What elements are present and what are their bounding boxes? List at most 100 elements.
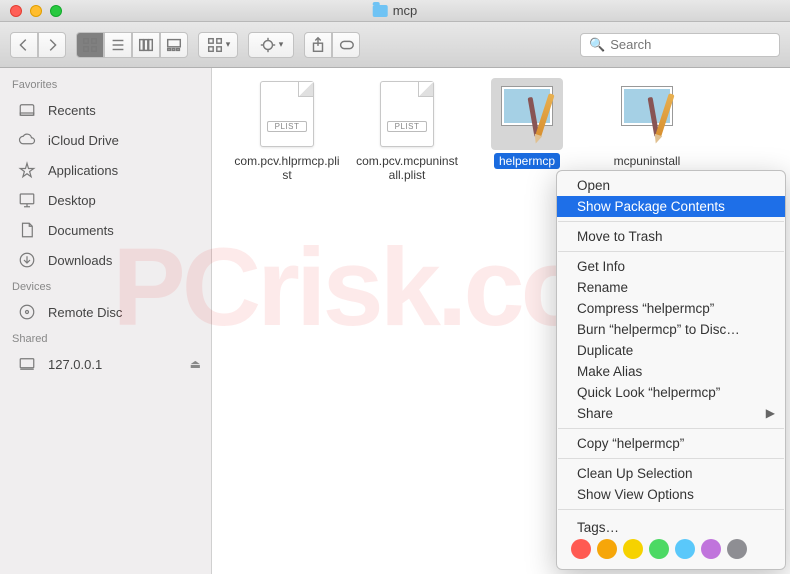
app-icon — [611, 78, 683, 150]
ctx-open[interactable]: Open — [557, 175, 785, 196]
zoom-button[interactable] — [50, 5, 62, 17]
sidebar-item-applications[interactable]: Applications — [0, 155, 211, 185]
sidebar-item-recents[interactable]: Recents — [0, 95, 211, 125]
sidebar-item-documents[interactable]: Documents — [0, 215, 211, 245]
menu-separator — [558, 458, 784, 459]
tag-blue[interactable] — [675, 539, 695, 559]
traffic-lights — [10, 5, 62, 17]
ctx-copy[interactable]: Copy “helpermcp” — [557, 433, 785, 454]
ctx-duplicate[interactable]: Duplicate — [557, 340, 785, 361]
forward-button[interactable] — [38, 32, 66, 58]
tag-gray[interactable] — [727, 539, 747, 559]
ctx-tags-label[interactable]: Tags… — [571, 520, 771, 535]
back-button[interactable] — [10, 32, 38, 58]
sidebar-item-label: Applications — [48, 163, 118, 178]
sidebar-heading: Devices — [0, 275, 211, 297]
file-name: helpermcp — [472, 152, 582, 170]
sidebar-item-label: Remote Disc — [48, 305, 122, 320]
plist-icon: PLIST — [251, 78, 323, 150]
ctx-share[interactable]: Share▶ — [557, 403, 785, 424]
ctx-burn[interactable]: Burn “helpermcp” to Disc… — [557, 319, 785, 340]
sidebar-item-label: Downloads — [48, 253, 112, 268]
tag-color-row — [571, 539, 771, 559]
action-group: ▾ — [248, 32, 294, 58]
sidebar-item-shared-host[interactable]: 127.0.0.1 ⏏ — [0, 349, 211, 379]
app-icon — [491, 78, 563, 150]
ctx-quick-look[interactable]: Quick Look “helpermcp” — [557, 382, 785, 403]
sidebar-item-desktop[interactable]: Desktop — [0, 185, 211, 215]
computer-icon — [16, 353, 38, 375]
menu-separator — [558, 251, 784, 252]
window-title: mcp — [373, 3, 418, 18]
menu-separator — [558, 428, 784, 429]
search-icon: 🔍 — [589, 37, 605, 53]
file-item[interactable]: mcpuninstall — [592, 78, 702, 170]
file-item-selected[interactable]: helpermcp — [472, 78, 582, 170]
ctx-make-alias[interactable]: Make Alias — [557, 361, 785, 382]
sidebar-heading: Favorites — [0, 73, 211, 95]
tag-yellow[interactable] — [623, 539, 643, 559]
desktop-icon — [16, 189, 38, 211]
recents-icon — [16, 99, 38, 121]
context-menu: Open Show Package Contents Move to Trash… — [556, 170, 786, 570]
folder-icon — [373, 5, 388, 17]
view-mode-buttons — [76, 32, 188, 58]
eject-icon[interactable]: ⏏ — [190, 357, 201, 371]
nav-buttons — [10, 32, 66, 58]
list-view-button[interactable] — [104, 32, 132, 58]
tag-orange[interactable] — [597, 539, 617, 559]
sidebar-item-downloads[interactable]: Downloads — [0, 245, 211, 275]
ctx-clean-up[interactable]: Clean Up Selection — [557, 463, 785, 484]
documents-icon — [16, 219, 38, 241]
sidebar-item-label: Recents — [48, 103, 96, 118]
file-name: com.pcv.mcpuninstall.plist — [352, 152, 462, 185]
ctx-compress[interactable]: Compress “helpermcp” — [557, 298, 785, 319]
arrange-button[interactable]: ▾ — [198, 32, 238, 58]
tag-red[interactable] — [571, 539, 591, 559]
icon-view-button[interactable] — [76, 32, 104, 58]
downloads-icon — [16, 249, 38, 271]
sidebar-item-label: Documents — [48, 223, 114, 238]
minimize-button[interactable] — [30, 5, 42, 17]
icloud-icon — [16, 129, 38, 151]
toolbar: ▾ ▾ 🔍 — [0, 22, 790, 68]
applications-icon — [16, 159, 38, 181]
menu-separator — [558, 221, 784, 222]
ctx-show-package-contents[interactable]: Show Package Contents — [557, 196, 785, 217]
file-item[interactable]: PLIST com.pcv.hlprmcp.plist — [232, 78, 342, 185]
menu-separator — [558, 509, 784, 510]
ctx-tags: Tags… — [557, 514, 785, 565]
share-button[interactable] — [304, 32, 332, 58]
tag-purple[interactable] — [701, 539, 721, 559]
gallery-view-button[interactable] — [160, 32, 188, 58]
plist-icon: PLIST — [371, 78, 443, 150]
sidebar: Favorites Recents iCloud Drive Applicati… — [0, 68, 212, 574]
file-name: mcpuninstall — [592, 152, 702, 170]
share-group — [304, 32, 360, 58]
sidebar-item-remote-disc[interactable]: Remote Disc — [0, 297, 211, 327]
search-field[interactable]: 🔍 — [580, 33, 780, 57]
tags-button[interactable] — [332, 32, 360, 58]
close-button[interactable] — [10, 5, 22, 17]
sidebar-item-label: Desktop — [48, 193, 96, 208]
finder-window: mcp ▾ ▾ 🔍 Favorites Re — [0, 0, 790, 574]
tag-green[interactable] — [649, 539, 669, 559]
ctx-move-to-trash[interactable]: Move to Trash — [557, 226, 785, 247]
file-item[interactable]: PLIST com.pcv.mcpuninstall.plist — [352, 78, 462, 185]
submenu-arrow-icon: ▶ — [766, 406, 775, 420]
disc-icon — [16, 301, 38, 323]
ctx-show-view-options[interactable]: Show View Options — [557, 484, 785, 505]
file-name: com.pcv.hlprmcp.plist — [232, 152, 342, 185]
titlebar: mcp — [0, 0, 790, 22]
search-input[interactable] — [610, 37, 786, 52]
ctx-get-info[interactable]: Get Info — [557, 256, 785, 277]
sidebar-heading: Shared — [0, 327, 211, 349]
sidebar-item-label: iCloud Drive — [48, 133, 119, 148]
sidebar-item-icloud[interactable]: iCloud Drive — [0, 125, 211, 155]
column-view-button[interactable] — [132, 32, 160, 58]
sidebar-item-label: 127.0.0.1 — [48, 357, 102, 372]
ctx-rename[interactable]: Rename — [557, 277, 785, 298]
window-title-text: mcp — [393, 3, 418, 18]
arrange-group: ▾ — [198, 32, 238, 58]
action-button[interactable]: ▾ — [248, 32, 294, 58]
